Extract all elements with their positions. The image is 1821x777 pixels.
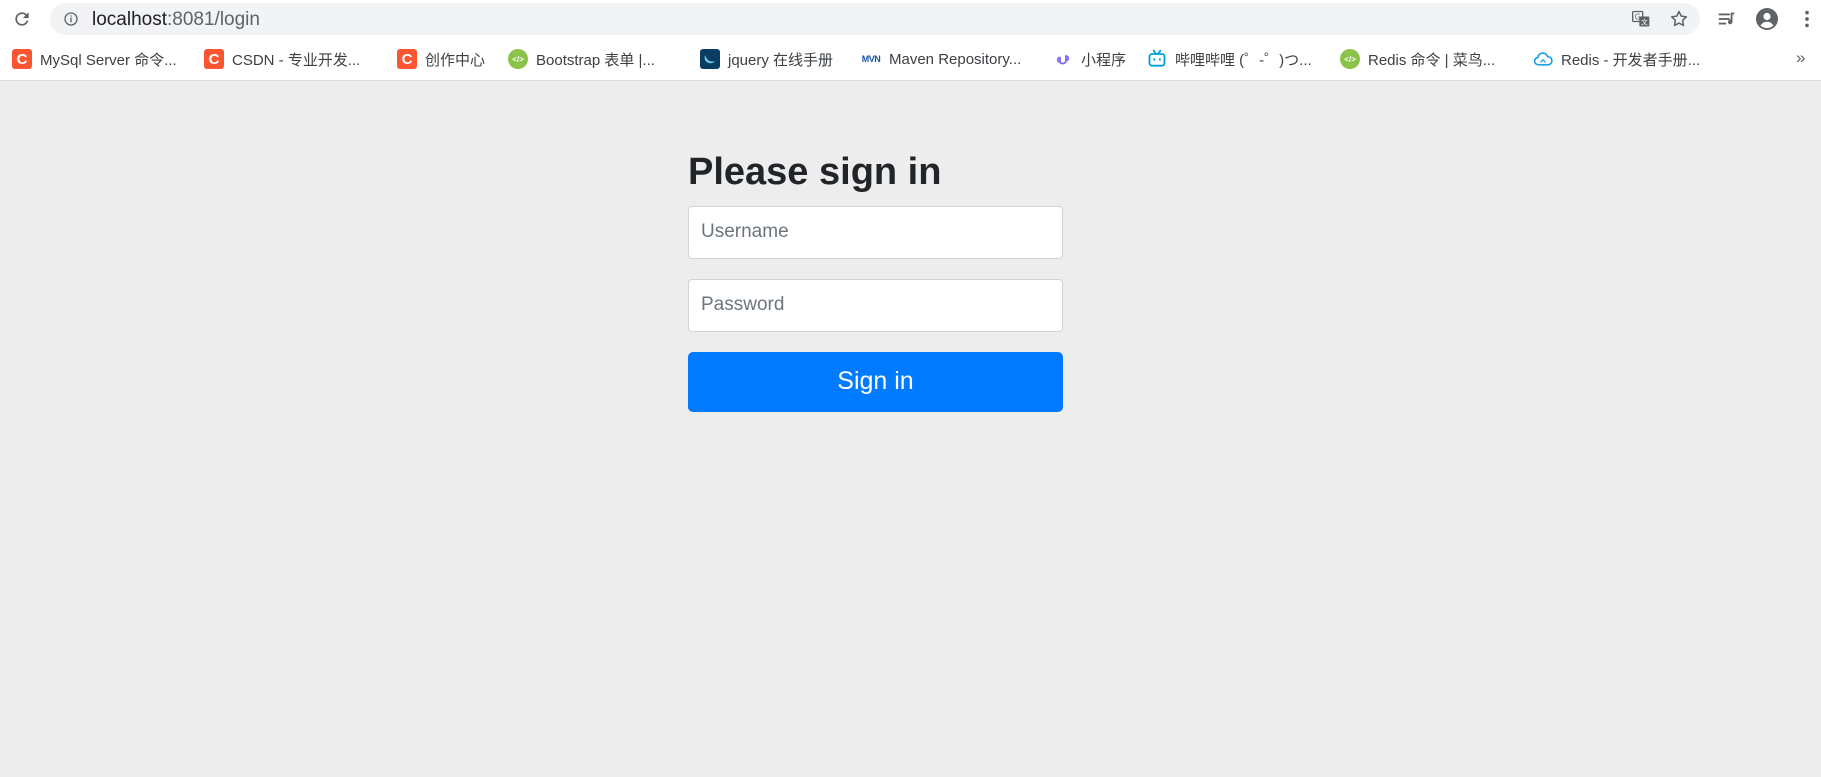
star-icon[interactable] <box>1668 8 1690 30</box>
profile-icon[interactable] <box>1754 6 1780 32</box>
miniprogram-icon <box>1053 49 1073 69</box>
csdn-icon: C <box>12 49 32 69</box>
bookmark-redis-commands[interactable]: </> Redis 命令 | 菜鸟... <box>1340 46 1495 72</box>
bookmark-maven-repository[interactable]: MVN Maven Repository... <box>861 46 1022 72</box>
csdn-icon: C <box>204 49 224 69</box>
url-text[interactable]: localhost:8081/login <box>92 10 260 29</box>
runoob-icon: </> <box>508 49 528 69</box>
bookmark-mysql-server[interactable]: C MySql Server 命令... <box>12 46 177 72</box>
username-input[interactable] <box>688 205 1063 259</box>
kebab-menu-icon[interactable] <box>1794 6 1820 32</box>
bilibili-icon <box>1147 49 1167 69</box>
bookmark-jquery-manual[interactable]: jquery 在线手册 <box>700 46 833 72</box>
browser-toolbar: localhost:8081/login G文 <box>0 0 1821 38</box>
form-spacer <box>688 259 1063 279</box>
bookmark-bilibili[interactable]: 哔哩哔哩 (゜-゜)つ... <box>1147 46 1312 72</box>
url-host: localhost <box>92 9 167 30</box>
sign-in-button[interactable]: Sign in <box>688 351 1063 412</box>
login-form: Please sign in Sign in <box>688 150 1063 412</box>
info-icon[interactable] <box>62 10 80 28</box>
bookmarks-bar: C MySql Server 命令... C CSDN - 专业开发... C … <box>0 44 1821 74</box>
bookmark-label: Bootstrap 表单 |... <box>536 51 655 69</box>
bookmark-label: Redis - 开发者手册... <box>1561 51 1701 69</box>
bookmark-redis-manual[interactable]: Redis - 开发者手册... <box>1533 46 1700 72</box>
maven-icon: MVN <box>861 54 881 64</box>
jquery-icon <box>700 49 720 69</box>
bookmark-label: MySql Server 命令... <box>40 51 177 69</box>
reload-icon[interactable] <box>10 7 34 31</box>
cloud-icon <box>1533 49 1553 69</box>
bookmark-label: Redis 命令 | 菜鸟... <box>1368 51 1496 69</box>
bookmark-csdn[interactable]: C CSDN - 专业开发... <box>204 46 360 72</box>
bookmark-creation-center[interactable]: C 创作中心 <box>397 46 485 72</box>
password-input[interactable] <box>688 278 1063 332</box>
browser-chrome: localhost:8081/login G文 C MySql Server 命… <box>0 0 1821 81</box>
bookmark-label: 小程序 <box>1081 51 1127 69</box>
bookmark-label: 创作中心 <box>425 51 486 69</box>
bookmark-label: Maven Repository... <box>889 50 1022 68</box>
bookmark-bootstrap-form[interactable]: </> Bootstrap 表单 |... <box>508 46 655 72</box>
translate-icon[interactable]: G文 <box>1630 8 1652 30</box>
bookmark-label: 哔哩哔哩 (゜-゜)つ... <box>1175 51 1312 69</box>
bookmarks-overflow-chevron[interactable]: » <box>1796 48 1805 68</box>
runoob-icon: </> <box>1340 49 1360 69</box>
svg-text:文: 文 <box>1641 17 1648 26</box>
bookmark-label: jquery 在线手册 <box>728 51 834 69</box>
csdn-icon: C <box>397 49 417 69</box>
url-path: :8081/login <box>167 9 260 30</box>
bookmark-mini-program[interactable]: 小程序 <box>1053 46 1126 72</box>
address-bar[interactable]: localhost:8081/login G文 <box>50 3 1700 35</box>
page-title: Please sign in <box>688 151 942 193</box>
reading-list-icon[interactable] <box>1714 6 1740 32</box>
bookmark-label: CSDN - 专业开发... <box>232 51 361 69</box>
